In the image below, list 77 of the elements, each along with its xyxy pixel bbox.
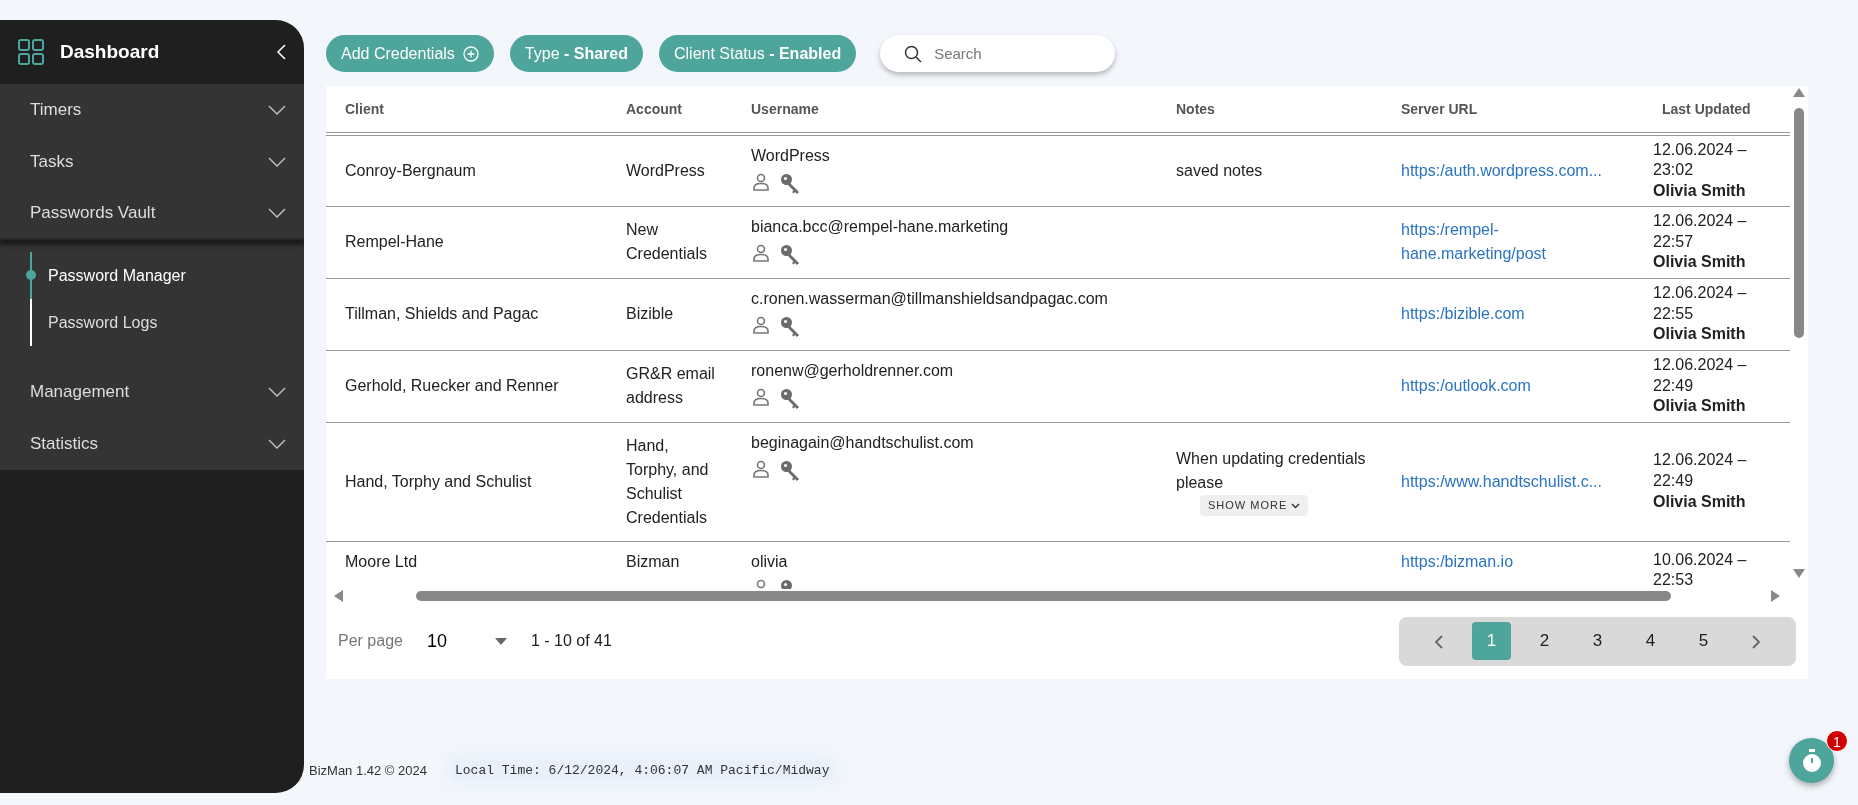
client-name: Gerhold, Ruecker and Renner [345, 377, 559, 394]
page-button[interactable]: 4 [1631, 622, 1670, 660]
scroll-right-arrow-icon[interactable] [1771, 590, 1780, 602]
updated-by: Olivia Smith [1653, 491, 1747, 512]
updated-date: 12.06.2024 – 22:57 [1653, 210, 1748, 252]
version-text: BizMan 1.42 © 2024 [309, 761, 427, 780]
client-name: Conroy-Bergnaum [345, 161, 476, 179]
menu-item[interactable]: Passwords Vault [0, 188, 304, 240]
scroll-down-arrow-icon[interactable] [1793, 569, 1805, 578]
account-name: Bizman [626, 552, 680, 570]
updated-by: Olivia Smith [1653, 181, 1747, 202]
updated-by: Olivia Smith [1653, 396, 1747, 417]
client-name: Hand, Torphy and Schulist [345, 472, 532, 490]
column-header[interactable]: Server URL [1382, 86, 1643, 134]
chevron-down-icon [268, 157, 286, 167]
page-button[interactable]: 2 [1525, 622, 1564, 660]
username-text: c.ronen.wasserman@tillmanshieldsandpagac.com [751, 288, 1108, 309]
server-url-link[interactable]: https:/bizible.com [1401, 302, 1633, 326]
account-name: Hand, Torphy, and Schulist Credentials [626, 436, 709, 526]
client-name: Moore Ltd [345, 552, 418, 570]
username-text: WordPress [751, 146, 830, 166]
column-header[interactable]: Account [607, 86, 732, 134]
updated-date: 12.06.2024 – 22:49 [1653, 354, 1748, 396]
chevron-down-icon [268, 105, 286, 115]
menu-item[interactable]: Statistics [0, 418, 304, 470]
collapse-icon[interactable] [276, 44, 286, 60]
show-more-button[interactable]: SHOW MORE [1200, 495, 1309, 516]
column-header[interactable]: Notes [1157, 86, 1382, 134]
account-name: GR&R email address [626, 365, 715, 406]
server-url-link[interactable]: https:/auth.wordpress.com... [1401, 158, 1633, 183]
menu-item[interactable]: Timers [0, 84, 304, 136]
grid-icon [18, 39, 44, 65]
plus-circle-icon [462, 45, 479, 62]
chevron-down-icon [1291, 502, 1301, 509]
per-page-label: Per page [338, 631, 403, 651]
menu-item[interactable]: Management [0, 366, 304, 418]
server-url-link[interactable]: https:/outlook.com [1401, 374, 1633, 398]
per-page-select[interactable]: 10 [426, 627, 507, 655]
sidebar-title[interactable]: Dashboard [60, 37, 260, 67]
page-button[interactable]: 3 [1578, 622, 1617, 660]
updated-by: Olivia Smith [1653, 324, 1747, 345]
column-header[interactable]: Last Updated [1643, 86, 1790, 134]
client-name: Rempel-Hane [345, 233, 444, 250]
server-url-link[interactable]: https:/rempel-hane.marketing/post [1401, 218, 1633, 266]
column-header[interactable]: Client [326, 86, 607, 134]
updated-date: 12.06.2024 – 22:55 [1653, 282, 1748, 324]
account-name: Bizible [626, 305, 674, 322]
updated-date: 12.06.2024 – 23:02 [1653, 139, 1748, 181]
updated-date: 12.06.2024 – 22:49 [1653, 450, 1748, 492]
username-text: olivia [751, 551, 788, 572]
page-button[interactable]: 5 [1684, 622, 1723, 660]
username-text: beginagain@handtschulist.com [751, 432, 974, 453]
local-time-text: Local Time: 6/12/2024, 4:06:07 AM Pacific/Midway [451, 760, 834, 780]
server-url-link[interactable]: https:/bizman.io [1401, 549, 1633, 574]
chevron-down-icon [268, 208, 286, 218]
account-name: WordPress [626, 161, 705, 179]
column-header[interactable]: Username [732, 86, 1157, 134]
username-text: ronenw@gerholdrenner.com [751, 360, 954, 381]
server-url-link[interactable]: https:/www.handtschulist.c... [1401, 469, 1633, 494]
username-text: bianca.bcc@rempel-hane.marketing [751, 216, 1009, 237]
account-name: New Credentials [626, 221, 707, 262]
caret-down-icon [494, 637, 507, 645]
client-name: Tillman, Shields and Pagac [345, 305, 539, 322]
notes-text: When updating credentials please [1176, 449, 1367, 494]
submenu-item[interactable]: Password Logs [30, 299, 304, 346]
notes-text: saved notes [1176, 160, 1264, 181]
search-field[interactable]: Search [880, 35, 1116, 72]
chevron-down-icon [268, 387, 286, 397]
updated-by: Olivia Smith [1653, 252, 1747, 273]
chevron-down-icon [268, 439, 286, 449]
menu-item[interactable]: Tasks [0, 136, 304, 188]
updated-date: 10.06.2024 – 22:53 [1653, 549, 1748, 589]
scroll-left-arrow-icon[interactable] [334, 590, 343, 602]
scroll-up-arrow-icon[interactable] [1793, 88, 1805, 97]
notification-badge: 1 [1826, 730, 1848, 752]
page-range-text: 1 - 10 of 41 [530, 631, 612, 651]
timer-button[interactable] [1789, 738, 1834, 783]
